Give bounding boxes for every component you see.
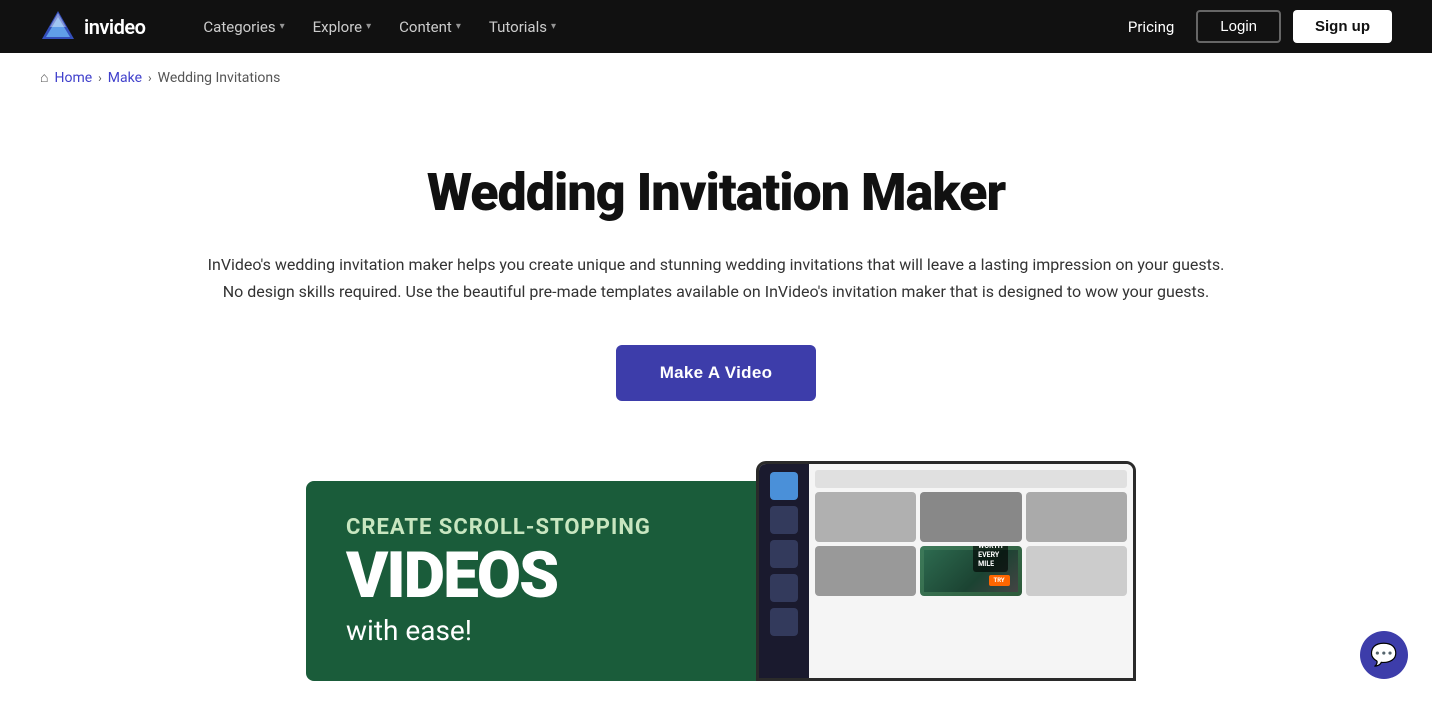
pricing-link[interactable]: Pricing — [1118, 12, 1184, 42]
try-now-btn: TRY — [989, 575, 1010, 586]
chat-widget[interactable]: 💬 — [1360, 631, 1408, 679]
sidebar-item — [770, 540, 798, 568]
nav-tutorials[interactable]: Tutorials ▾ — [479, 12, 566, 42]
nav-links: Categories ▾ Explore ▾ Content ▾ Tutoria… — [193, 12, 1085, 42]
logo-icon — [40, 9, 76, 45]
green-panel: CREATE SCROLL-STOPPING VIDEOS with ease! — [306, 481, 786, 681]
breadcrumb-home[interactable]: Home — [54, 70, 92, 86]
with-ease-text: with ease! — [346, 614, 746, 647]
hero-section: Wedding Invitation Maker InVideo's weddi… — [0, 102, 1432, 441]
screen-card-main: WORTHEVERYMILE TRY — [920, 546, 1021, 596]
screen-content: WORTHEVERYMILE TRY — [809, 464, 1133, 678]
screen-grid: WORTHEVERYMILE TRY — [815, 492, 1127, 596]
chevron-down-icon: ▾ — [551, 21, 556, 32]
sidebar-item — [770, 574, 798, 602]
sidebar-item — [770, 506, 798, 534]
screen-top-bar — [815, 470, 1127, 488]
make-video-button[interactable]: Make A Video — [616, 345, 817, 401]
logo[interactable]: invideo — [40, 9, 145, 45]
chat-icon: 💬 — [1370, 643, 1397, 668]
login-button[interactable]: Login — [1196, 10, 1281, 43]
screen-card — [1026, 492, 1127, 542]
page-title: Wedding Invitation Maker — [20, 162, 1412, 223]
breadcrumb-make[interactable]: Make — [108, 70, 142, 86]
screen-card — [1026, 546, 1127, 596]
screen-card — [920, 492, 1021, 542]
logo-text: invideo — [84, 15, 145, 39]
preview-container: CREATE SCROLL-STOPPING VIDEOS with ease! — [306, 481, 1126, 681]
sidebar-item — [770, 472, 798, 500]
preview-section: CREATE SCROLL-STOPPING VIDEOS with ease! — [0, 441, 1432, 681]
screen-card — [815, 492, 916, 542]
screen-sidebar — [759, 464, 809, 678]
navbar: invideo Categories ▾ Explore ▾ Content ▾… — [0, 0, 1432, 53]
nav-right: Pricing Login Sign up — [1118, 10, 1392, 43]
nav-content[interactable]: Content ▾ — [389, 12, 471, 42]
chevron-down-icon: ▾ — [280, 21, 285, 32]
breadcrumb: ⌂ Home › Make › Wedding Invitations — [0, 53, 1432, 102]
screen-card — [815, 546, 916, 596]
videos-text: VIDEOS — [346, 544, 746, 608]
nav-categories[interactable]: Categories ▾ — [193, 12, 294, 42]
breadcrumb-sep-1: › — [98, 71, 102, 85]
sidebar-item — [770, 608, 798, 636]
laptop-screen: WORTHEVERYMILE TRY — [756, 461, 1136, 681]
nav-explore[interactable]: Explore ▾ — [303, 12, 382, 42]
signup-button[interactable]: Sign up — [1293, 10, 1392, 43]
screen-inner: WORTHEVERYMILE TRY — [759, 464, 1133, 678]
home-icon: ⌂ — [40, 69, 48, 86]
laptop-mockup: WORTHEVERYMILE TRY — [756, 461, 1136, 681]
chevron-down-icon: ▾ — [366, 21, 371, 32]
laptop-base — [759, 678, 1133, 681]
breadcrumb-sep-2: › — [148, 71, 152, 85]
chevron-down-icon: ▾ — [456, 21, 461, 32]
scroll-stopping-text: CREATE SCROLL-STOPPING — [346, 515, 746, 540]
hero-description: InVideo's wedding invitation maker helps… — [166, 251, 1266, 305]
worth-every-mile-text: WORTHEVERYMILE — [973, 546, 1008, 572]
breadcrumb-current: Wedding Invitations — [158, 70, 281, 86]
